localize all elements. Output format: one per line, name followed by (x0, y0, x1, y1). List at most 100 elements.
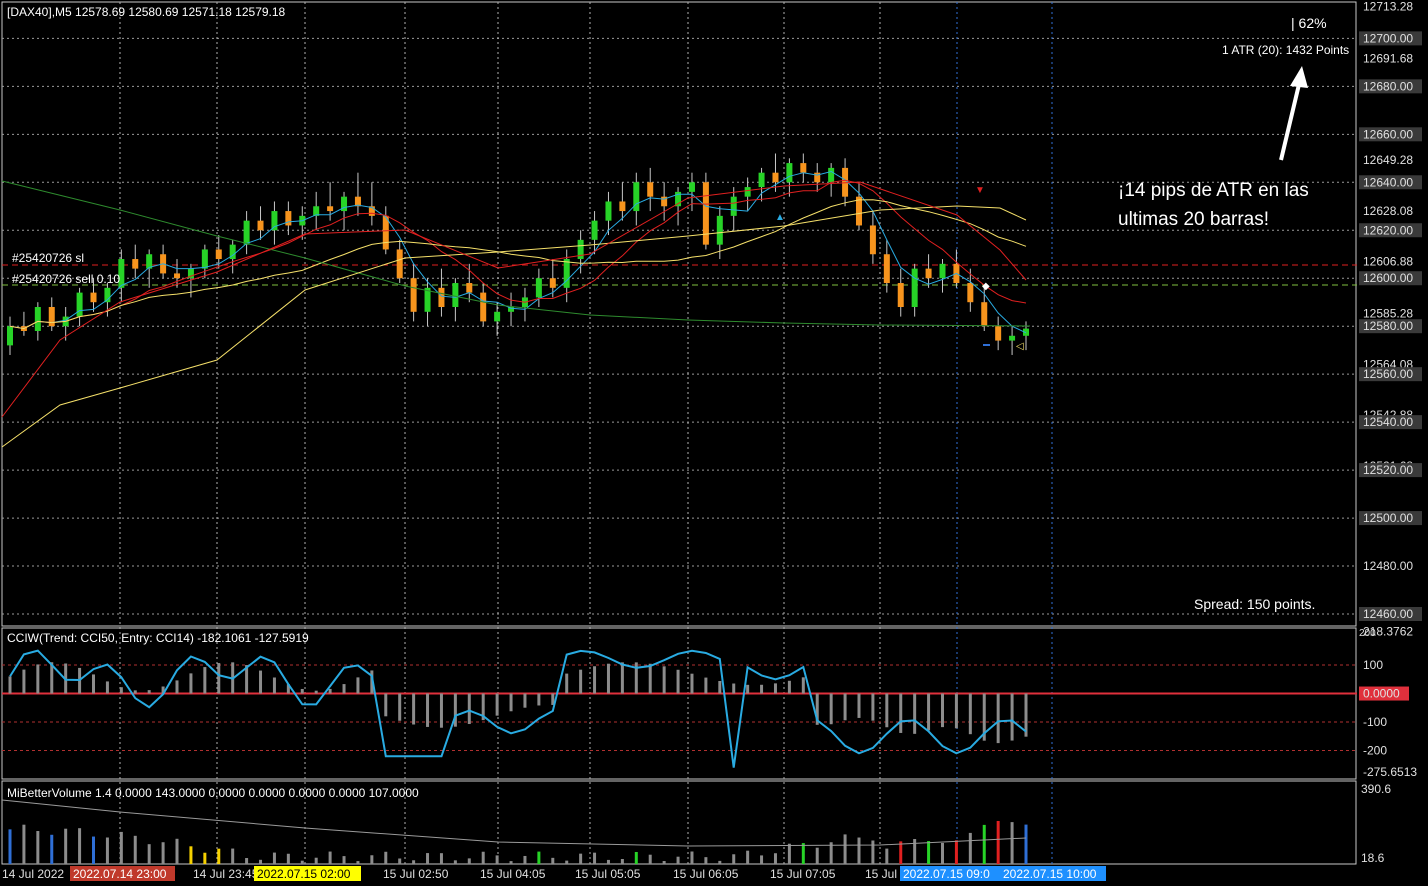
candle-body (7, 326, 13, 346)
candle-body (995, 326, 1002, 341)
price-axis-label: 12713.28 (1363, 0, 1413, 14)
cci-axis-label: -275.6513 (1363, 765, 1417, 779)
annotation-arrow-head (1290, 66, 1308, 88)
time-axis-label: 14 Jul 23:45 (193, 867, 259, 881)
cci-axis-label: 100 (1363, 658, 1383, 672)
candle-body (786, 163, 793, 183)
spread-readout: Spread: 150 points. (1194, 596, 1316, 612)
candle-body (410, 278, 417, 312)
annotation-line-1: ¡14 pips de ATR en las (1118, 180, 1309, 201)
candle-body (605, 201, 612, 221)
cci-axis-label: 0.0000 (1363, 687, 1400, 701)
order-sl-label[interactable]: #25420726 sl (12, 251, 84, 265)
candle-body (201, 249, 208, 269)
ma-red-extended (1, 181, 1027, 418)
price-axis-label: 12628.08 (1363, 204, 1413, 218)
price-axis-label: 12460.00 (1363, 607, 1413, 621)
candle-body (925, 268, 932, 279)
candle-body (285, 211, 292, 226)
candle-body (647, 182, 654, 197)
volume-average-line (1, 799, 1027, 847)
cci-axis-label: -200 (1363, 744, 1387, 758)
candle-body (702, 182, 709, 245)
candle-body (730, 196, 737, 216)
candle-body (716, 215, 723, 245)
candle-body (883, 254, 890, 284)
candle-body (800, 163, 807, 173)
price-axis-label: 12606.88 (1363, 255, 1413, 269)
price-axis-label: 12660.00 (1363, 127, 1413, 141)
candle-body (174, 273, 181, 279)
trade-marker: ◆ (982, 281, 990, 292)
candle-body (1009, 335, 1016, 341)
candle-body (90, 292, 97, 303)
price-axis-label: 12560.00 (1363, 367, 1413, 381)
volume-axis-label: 18.6 (1361, 851, 1385, 865)
price-axis-label: 12480.00 (1363, 559, 1413, 573)
price-axis-label: 12520.00 (1363, 463, 1413, 477)
candle-body (34, 307, 41, 331)
candle-body (535, 278, 542, 298)
price-axis-label: 12640.00 (1363, 175, 1413, 189)
time-axis-label: 15 Jul 06:05 (673, 867, 739, 881)
time-highlight-label: 2022.07.14 23:00 (73, 867, 167, 881)
time-axis-label: 15 Jul 02:50 (383, 867, 449, 881)
symbol-header: [DAX40],M5 12578.69 12580.69 12571.18 12… (7, 5, 286, 19)
candle-body (855, 196, 862, 226)
current-marker: ◁ (1016, 341, 1024, 352)
candle-body (271, 211, 278, 231)
price-axis-label: 12700.00 (1363, 31, 1413, 45)
candle-body (563, 259, 570, 288)
time-axis-label: 15 Jul 07:05 (770, 867, 836, 881)
cci-axis-top: 200 (1359, 628, 1376, 639)
candle-body (981, 302, 988, 327)
trading-chart[interactable]: 12713.28 12700.00 12691.68 12680.00 12660.00… (0, 0, 1428, 886)
main-window-border (1, 1, 1357, 627)
price-axis-label: 12580.00 (1363, 319, 1413, 333)
price-axis-label: 12600.00 (1363, 271, 1413, 285)
annotation-arrow-shaft (1279, 75, 1303, 161)
candle-body (243, 220, 250, 245)
sell-marker: ▼ (975, 185, 985, 196)
atr-readout: 1 ATR (20): 1432 Points (1222, 43, 1350, 57)
candle-body (758, 172, 765, 188)
candle-body (438, 287, 445, 308)
candle-body (911, 268, 918, 308)
price-axis-label: 12649.28 (1363, 153, 1413, 167)
candle-body (772, 172, 779, 183)
candle-body (327, 206, 334, 212)
candle-body (48, 307, 55, 327)
order-sell-label[interactable]: #25420726 sell 0.10 (12, 272, 120, 286)
time-highlight-label: 2022.07.15 02:00 (257, 867, 351, 881)
candle-body (967, 283, 974, 303)
cci-header: CCIW(Trend: CCI50, Entry: CCI14) -182.10… (7, 631, 309, 645)
candle-body (76, 292, 83, 317)
candle-body (396, 249, 403, 279)
candle-body (132, 259, 139, 269)
candle-body (591, 220, 598, 240)
time-axis-label: 15 Jul 05:05 (575, 867, 641, 881)
candle-body (939, 263, 946, 279)
cci-window-border (1, 627, 1357, 780)
candle-body (869, 225, 876, 255)
candle-body (619, 201, 626, 212)
annotation-line-2: ultimas 20 barras! (1118, 209, 1270, 230)
time-highlight-label: 2022.07.15 10:00 (1003, 867, 1097, 881)
candle-body (549, 278, 556, 288)
price-axis-label: 12680.00 (1363, 79, 1413, 93)
candle-body (744, 187, 751, 197)
atr-annotation: ¡14 pips de ATR en las ultimas 20 barras… (1118, 176, 1309, 234)
price-axis-label: 12691.68 (1363, 51, 1413, 65)
candle-body (215, 249, 222, 260)
cci-axis-label: -100 (1363, 715, 1387, 729)
candle-body (452, 283, 459, 308)
time-axis-label: 15 Jul 04:05 (480, 867, 546, 881)
candle-body (257, 220, 264, 231)
candle-body (480, 292, 487, 322)
candle-body (466, 283, 473, 293)
time-highlight-label: 2022.07.15 09:0 (903, 867, 990, 881)
candle-body (828, 167, 835, 183)
buy-marker: ▲ (775, 212, 785, 223)
time-axis-label: 15 Jul (865, 867, 897, 881)
price-axis-label: 12540.00 (1363, 415, 1413, 429)
